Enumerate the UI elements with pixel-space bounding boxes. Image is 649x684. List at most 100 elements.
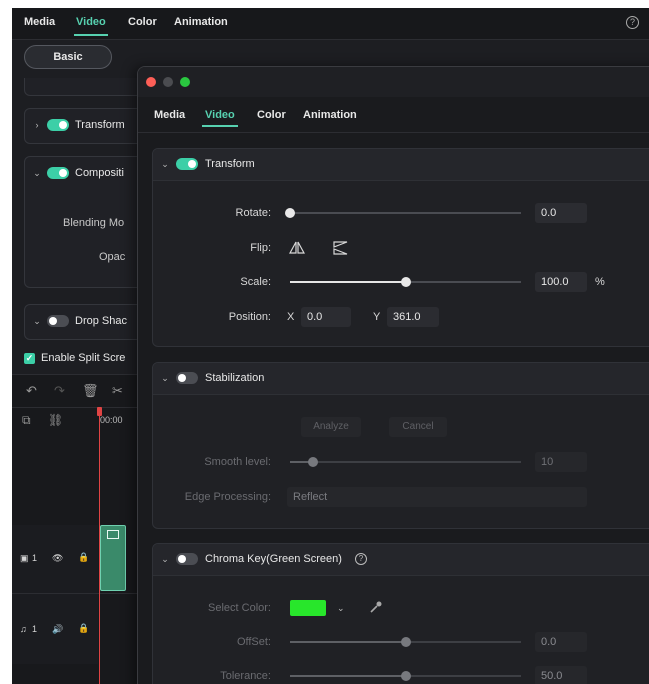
analyze-button[interactable]: Analyze	[301, 417, 361, 437]
edge-processing-select[interactable]: Reflect	[287, 487, 587, 507]
bg-transform-panel: › Transform	[24, 108, 154, 144]
background-tab-bar: Media Video Color Animation ?	[12, 8, 649, 40]
edge-processing-label: Edge Processing:	[184, 491, 271, 503]
video-track-header: ▣ 1 👁 🔒	[12, 525, 98, 593]
chevron-right-icon[interactable]: ›	[33, 120, 41, 130]
audio-track-number: 1	[32, 624, 38, 634]
speaker-icon[interactable]: 🔊	[52, 624, 63, 635]
bg-transform-label: Transform	[75, 119, 125, 131]
scale-unit: %	[595, 276, 605, 288]
undo-icon[interactable]: ↶	[26, 383, 37, 399]
zoom-window-button[interactable]	[180, 77, 190, 87]
tolerance-label: Tolerance:	[220, 670, 271, 682]
lock-icon[interactable]: 🔒	[78, 552, 89, 563]
bg-drop-shadow-label: Drop Shac	[75, 315, 127, 327]
chevron-down-icon[interactable]: ⌄	[33, 316, 41, 327]
basic-button[interactable]: Basic	[24, 45, 112, 69]
lock-icon[interactable]: 🔒	[78, 623, 89, 634]
bg-tab-animation[interactable]: Animation	[174, 16, 228, 28]
bg-drop-shadow-panel: ⌄ Drop Shac	[24, 304, 154, 340]
cancel-button[interactable]: Cancel	[389, 417, 447, 437]
editor-app: Media Video Color Animation ? Basic › Tr…	[12, 8, 649, 684]
scale-value-field[interactable]: 100.0	[535, 272, 587, 292]
eye-icon[interactable]: 👁	[52, 553, 63, 564]
smooth-level-field[interactable]: 10	[535, 452, 587, 472]
opacity-label: Opac	[99, 251, 126, 263]
cut-icon[interactable]: ✂	[112, 383, 123, 399]
playhead-handle[interactable]	[97, 407, 102, 416]
tab-color[interactable]: Color	[257, 109, 286, 121]
delete-icon[interactable]: 🗑	[82, 383, 99, 399]
bg-compositing-label: Compositi	[75, 167, 124, 179]
offset-field[interactable]: 0.0	[535, 632, 587, 652]
clip-thumbnail-icon	[107, 530, 119, 539]
tolerance-slider[interactable]	[290, 669, 521, 683]
smooth-level-label: Smooth level:	[204, 456, 271, 468]
minimize-window-button[interactable]	[163, 77, 173, 87]
tab-animation[interactable]: Animation	[303, 109, 357, 121]
redo-icon[interactable]: ↷	[54, 383, 65, 399]
timeline-clip[interactable]	[100, 525, 126, 591]
window-titlebar[interactable]	[138, 67, 649, 97]
position-x-field[interactable]: 0.0	[301, 307, 351, 327]
bg-transform-toggle[interactable]	[47, 119, 69, 131]
stabilization-toggle[interactable]	[176, 372, 198, 384]
split-screen-row[interactable]: ✓ Enable Split Scre	[24, 352, 125, 364]
flip-vertical-icon[interactable]	[333, 241, 349, 255]
transform-title: Transform	[205, 158, 255, 170]
timeline-time-label: 00:00	[100, 415, 123, 425]
flip-horizontal-icon[interactable]	[289, 241, 305, 255]
chevron-down-icon[interactable]: ⌄	[337, 603, 345, 614]
bg-tab-color[interactable]: Color	[128, 16, 157, 28]
position-x-label: X	[287, 311, 295, 323]
inspector-tab-bar: Media Video Color Animation	[138, 97, 649, 133]
bg-compositing-panel: ⌄ Compositi Blending Mo Opac	[24, 156, 154, 288]
audio-track-header: ♫ 1 🔊 🔒	[12, 594, 98, 664]
add-track-icon[interactable]: ⧉	[22, 413, 31, 428]
color-swatch[interactable]	[290, 600, 326, 616]
flip-label: Flip:	[250, 242, 271, 254]
chevron-down-icon[interactable]: ⌄	[161, 373, 169, 384]
inspector-window: Media Video Color Animation ⌄ Transform …	[137, 66, 649, 684]
tolerance-field[interactable]: 50.0	[535, 666, 587, 684]
bg-tab-video[interactable]: Video	[74, 16, 108, 36]
help-icon[interactable]: ?	[626, 16, 639, 29]
transform-toggle[interactable]	[176, 158, 198, 170]
chroma-key-title: Chroma Key(Green Screen)	[205, 553, 342, 565]
link-icon[interactable]: ⛓	[48, 413, 63, 427]
select-color-label: Select Color:	[208, 602, 271, 614]
bg-compositing-toggle[interactable]	[47, 167, 69, 179]
bg-drop-shadow-toggle[interactable]	[47, 315, 69, 327]
playhead[interactable]	[99, 407, 100, 684]
tab-media[interactable]: Media	[154, 109, 185, 121]
scale-label: Scale:	[240, 276, 271, 288]
bg-tab-media[interactable]: Media	[24, 16, 55, 28]
offset-label: OffSet:	[236, 636, 271, 648]
close-window-button[interactable]	[146, 77, 156, 87]
smooth-level-slider[interactable]	[290, 455, 521, 469]
offset-slider[interactable]	[290, 635, 521, 649]
scale-slider[interactable]	[290, 275, 521, 289]
position-y-label: Y	[373, 311, 381, 323]
chevron-down-icon[interactable]: ⌄	[161, 159, 169, 170]
position-label: Position:	[228, 311, 271, 323]
rotate-slider[interactable]	[285, 206, 521, 220]
position-y-field[interactable]: 361.0	[387, 307, 439, 327]
music-note-icon: ♫	[20, 624, 27, 634]
rotate-label: Rotate:	[235, 207, 271, 219]
video-track-icon: ▣	[20, 553, 29, 563]
split-screen-label: Enable Split Scre	[41, 352, 126, 364]
rotate-value-field[interactable]: 0.0	[535, 203, 587, 223]
blending-mode-label: Blending Mo	[63, 217, 125, 229]
tab-video[interactable]: Video	[202, 109, 238, 127]
stabilization-section: ⌄ Stabilization Analyze Cancel Smooth le…	[152, 362, 649, 529]
chroma-key-toggle[interactable]	[176, 553, 198, 565]
chroma-help-icon[interactable]: ?	[354, 553, 367, 565]
split-screen-checkbox[interactable]: ✓	[24, 352, 35, 364]
chevron-down-icon[interactable]: ⌄	[33, 168, 41, 179]
stabilization-title: Stabilization	[205, 372, 265, 384]
bg-panel-remnant	[24, 78, 154, 96]
video-track-number: 1	[32, 553, 38, 563]
eyedropper-icon[interactable]	[369, 600, 383, 614]
chevron-down-icon[interactable]: ⌄	[161, 554, 169, 565]
